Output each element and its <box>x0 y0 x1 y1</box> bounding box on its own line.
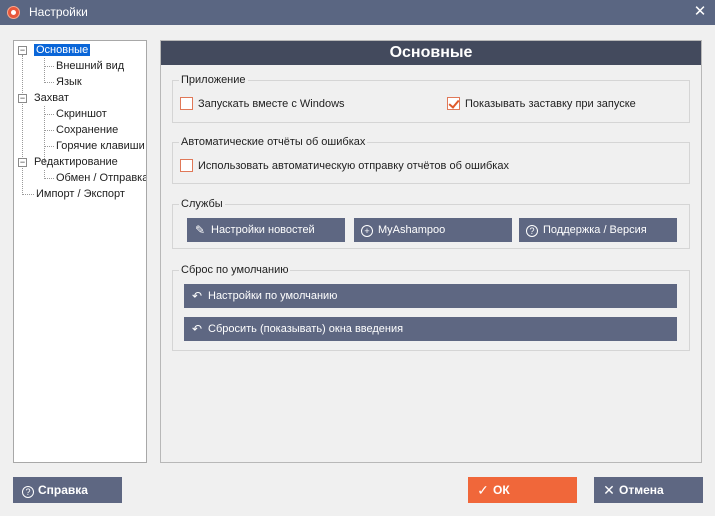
tree-connector <box>22 194 34 195</box>
collapse-icon[interactable]: − <box>18 94 27 103</box>
collapse-icon[interactable]: − <box>18 158 27 167</box>
close-icon[interactable]: ✕ <box>689 2 711 22</box>
cancel-button[interactable]: ✕ Отмена <box>594 477 703 503</box>
tree-connector <box>44 66 54 67</box>
plus-circle-icon: + <box>360 218 374 242</box>
checkmark-icon: ✓ <box>477 482 489 498</box>
ok-button[interactable]: ✓ ОК <box>468 477 577 503</box>
tree-connector <box>22 55 23 195</box>
close-icon: ✕ <box>603 482 615 498</box>
settings-tree[interactable]: − Основные Внешний вид Язык − Захват Скр… <box>13 40 147 463</box>
checkbox-box[interactable] <box>180 159 193 172</box>
tree-connector <box>44 146 54 147</box>
tree-item-general[interactable]: Основные <box>34 43 91 58</box>
panel-title: Основные <box>161 41 701 65</box>
group-title: Сброс по умолчанию <box>179 263 291 277</box>
help-button[interactable]: ? Справка <box>13 477 122 503</box>
tree-connector <box>44 82 54 83</box>
settings-panel: Основные Приложение Запускать вместе с W… <box>160 40 702 463</box>
group-title: Службы <box>179 197 225 211</box>
collapse-icon[interactable]: − <box>18 46 27 55</box>
news-settings-button[interactable]: ✎ Настройки новостей <box>187 218 345 242</box>
tree-item-import-export[interactable]: Импорт / Экспорт <box>36 187 125 202</box>
checkbox-box[interactable] <box>180 97 193 110</box>
tree-item-hotkeys[interactable]: Горячие клавиши <box>56 139 145 154</box>
support-button[interactable]: ? Поддержка / Версия <box>519 218 677 242</box>
tree-connector <box>44 130 54 131</box>
group-error-reports: Автоматические отчёты об ошибках Использ… <box>172 135 690 184</box>
question-circle-icon: ? <box>20 477 36 503</box>
window-titlebar: Настройки ✕ <box>0 0 715 25</box>
tree-connector <box>44 178 54 179</box>
group-application: Приложение Запускать вместе с Windows По… <box>172 73 690 123</box>
myashampoo-button[interactable]: + MyAshampoo <box>354 218 512 242</box>
group-reset: Сброс по умолчанию ↶ Настройки по умолча… <box>172 263 690 351</box>
tree-item-language[interactable]: Язык <box>56 75 82 90</box>
group-title: Автоматические отчёты об ошибках <box>179 135 368 149</box>
pencil-icon: ✎ <box>194 223 206 237</box>
group-services: Службы ✎ Настройки новостей + MyAshampoo… <box>172 197 690 249</box>
reset-intro-button[interactable]: ↶ Сбросить (показывать) окна введения <box>184 317 677 341</box>
checkbox-box[interactable] <box>447 97 460 110</box>
tree-item-share[interactable]: Обмен / Отправка <box>56 171 146 186</box>
defaults-button[interactable]: ↶ Настройки по умолчанию <box>184 284 677 308</box>
question-circle-icon: ? <box>525 218 539 242</box>
undo-icon: ↶ <box>191 289 203 303</box>
tree-item-saving[interactable]: Сохранение <box>56 123 118 138</box>
tree-connector <box>44 58 45 83</box>
tree-item-screenshot[interactable]: Скриншот <box>56 107 107 122</box>
group-title: Приложение <box>179 73 248 87</box>
tree-item-editing[interactable]: Редактирование <box>34 155 118 170</box>
tree-connector <box>44 114 54 115</box>
app-logo-icon <box>7 6 20 19</box>
tree-item-appearance[interactable]: Внешний вид <box>56 59 124 74</box>
window-title: Настройки <box>29 5 88 19</box>
undo-icon: ↶ <box>191 322 203 336</box>
tree-item-capture[interactable]: Захват <box>34 91 69 106</box>
